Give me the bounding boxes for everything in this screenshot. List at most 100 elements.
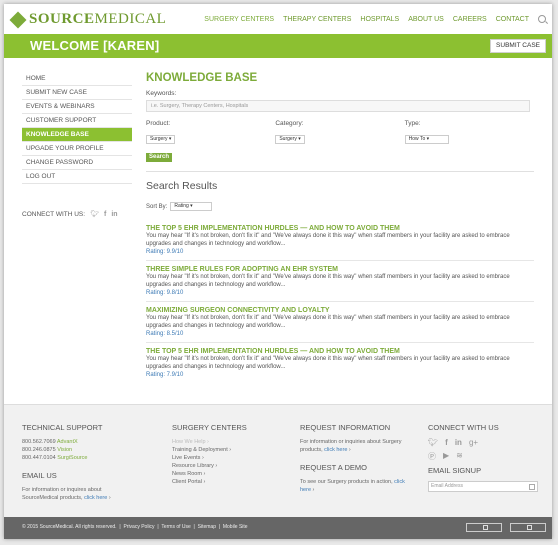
result-rating: Rating: 9.9/10 <box>146 249 184 255</box>
footer-link[interactable]: Live Events › <box>172 454 247 462</box>
footer-badge[interactable] <box>466 523 502 532</box>
welcome-title: WELCOME [KAREN] <box>30 38 160 53</box>
list-item: THE TOP 5 EHR IMPLEMENTATION HURDLES — A… <box>146 223 534 261</box>
copyright: © 2015 SourceMedical. All rights reserve… <box>22 524 248 530</box>
footer-link[interactable]: Client Portal › <box>172 478 247 486</box>
support-line: 800.447.0104 SurgiSource <box>22 455 88 461</box>
support-line: 800.246.0875 Vision <box>22 447 73 453</box>
result-summary: You may hear "If it's not broken, don't … <box>146 233 510 247</box>
nav-contact[interactable]: CONTACT <box>496 16 529 23</box>
submit-arrow-icon[interactable] <box>529 484 535 490</box>
type-label: Type: <box>404 120 421 127</box>
twitter-icon[interactable]: 🐦︎ <box>90 210 99 218</box>
social-row: Ⓟ ▶ ≋ <box>428 451 538 462</box>
footer-heading: EMAIL SIGNUP <box>428 466 482 475</box>
page-title: KNOWLEDGE BASE <box>146 72 258 84</box>
linkedin-icon[interactable]: in <box>455 438 462 447</box>
main-nav: SURGERY CENTERS THERAPY CENTERS HOSPITAL… <box>204 15 546 23</box>
product-label: Product: <box>146 120 171 127</box>
product-select[interactable]: Surgery ▾ <box>146 135 176 144</box>
sidebar-connect: CONNECT WITH US: 🐦︎ f in <box>22 210 118 219</box>
linkedin-icon[interactable]: in <box>111 211 117 218</box>
result-title[interactable]: THE TOP 5 EHR IMPLEMENTATION HURDLES — A… <box>146 348 534 355</box>
result-rating: Rating: 9.8/10 <box>146 290 184 296</box>
nav-surgery-centers[interactable]: SURGERY CENTERS <box>204 16 274 23</box>
sort-by: Sort By: Rating ▾ <box>146 202 534 211</box>
result-title[interactable]: THE TOP 5 EHR IMPLEMENTATION HURDLES — A… <box>146 225 534 232</box>
nav-careers[interactable]: CAREERS <box>453 16 487 23</box>
request-info-link[interactable]: click here <box>324 447 347 453</box>
keywords-input[interactable]: i.e. Surgery, Therapy Centers, Hospitals <box>146 100 530 112</box>
google-plus-icon[interactable]: g+ <box>469 438 478 447</box>
top-bar: SOURCEMEDICAL SURGERY CENTERS THERAPY CE… <box>4 4 552 34</box>
facebook-icon[interactable]: f <box>445 438 448 447</box>
filters-row: Product: Surgery ▾ Category: Surgery ▾ T… <box>146 120 534 145</box>
type-select[interactable]: How To ▾ <box>404 135 449 144</box>
submit-case-button[interactable]: SUBMIT CASE <box>490 39 546 53</box>
search-icon[interactable] <box>538 15 546 23</box>
email-signup-input[interactable]: Email Address <box>428 481 538 492</box>
youtube-icon[interactable]: ▶ <box>443 451 449 462</box>
results-heading: Search Results <box>146 180 218 192</box>
logo[interactable]: SOURCEMEDICAL <box>9 11 167 28</box>
sort-label: Sort By: <box>146 203 168 210</box>
sidebar-item-events-webinars[interactable]: EVENTS & WEBINARS <box>22 100 132 114</box>
logo-mark-icon <box>9 11 27 28</box>
footer-link[interactable]: How We Help › <box>172 438 247 446</box>
image-icon <box>527 525 532 530</box>
category-label: Category: <box>275 120 304 127</box>
sidebar-item-change-password[interactable]: CHANGE PASSWORD <box>22 156 132 170</box>
nav-hospitals[interactable]: HOSPITALS <box>360 16 399 23</box>
footer-link[interactable]: Resource Library › <box>172 462 247 470</box>
list-item: MAXIMIZING SURGEON CONNECTIVITY AND LOYA… <box>146 305 534 343</box>
sidebar-item-log-out[interactable]: LOG OUT <box>22 170 132 184</box>
terms-link[interactable]: Terms of Use <box>161 524 190 530</box>
product-filter: Product: Surgery ▾ <box>146 120 275 145</box>
result-rating: Rating: 7.9/10 <box>146 372 184 378</box>
mobile-site-link[interactable]: Mobile Site <box>223 524 248 530</box>
privacy-link[interactable]: Privacy Policy <box>123 524 154 530</box>
rss-icon[interactable]: ≋ <box>456 451 463 462</box>
list-item: THREE SIMPLE RULES FOR ADOPTING AN EHR S… <box>146 264 534 302</box>
results-list: THE TOP 5 EHR IMPLEMENTATION HURDLES — A… <box>146 223 534 383</box>
sidebar-item-customer-support[interactable]: CUSTOMER SUPPORT <box>22 114 132 128</box>
type-filter: Type: How To ▾ <box>404 120 534 145</box>
search-button[interactable]: Search <box>146 153 173 162</box>
nav-therapy-centers[interactable]: THERAPY CENTERS <box>283 16 351 23</box>
footer-tech-support: TECHNICAL SUPPORT 800.562.7069 AdvantX 8… <box>22 423 137 502</box>
footer-link[interactable]: News Room › <box>172 470 247 478</box>
result-title[interactable]: THREE SIMPLE RULES FOR ADOPTING AN EHR S… <box>146 266 534 273</box>
sidebar-item-submit-new-case[interactable]: SUBMIT NEW CASE <box>22 86 132 100</box>
email-us-text: For information or inquires about Source… <box>22 487 111 501</box>
footer-badge[interactable] <box>510 523 546 532</box>
nav-about-us[interactable]: ABOUT US <box>408 16 444 23</box>
sidebar-item-knowledge-base[interactable]: KNOWLEDGE BASE <box>22 128 132 142</box>
logo-text: SOURCEMEDICAL <box>29 11 167 27</box>
twitter-icon[interactable]: 🐦︎ <box>428 438 438 447</box>
support-line: 800.562.7069 AdvantX <box>22 439 78 445</box>
email-us-link[interactable]: click here <box>84 495 107 501</box>
footer-link[interactable]: Training & Deployment › <box>172 446 247 454</box>
welcome-banner: WELCOME [KAREN] SUBMIT CASE <box>4 34 552 58</box>
footer-heading: TECHNICAL SUPPORT <box>22 423 103 432</box>
list-item: THE TOP 5 EHR IMPLEMENTATION HURDLES — A… <box>146 346 534 383</box>
social-row: 🐦︎ f in g+ <box>428 438 538 447</box>
footer-heading: REQUEST A DEMO <box>300 463 367 472</box>
result-rating: Rating: 8.5/10 <box>146 331 184 337</box>
sidebar: HOME SUBMIT NEW CASE EVENTS & WEBINARS C… <box>22 72 132 184</box>
category-select[interactable]: Surgery ▾ <box>275 135 305 144</box>
bottom-bar: © 2015 SourceMedical. All rights reserve… <box>4 517 552 539</box>
sidebar-item-upgade-profile[interactable]: UPGADE YOUR PROFILE <box>22 142 132 156</box>
pinterest-icon[interactable]: Ⓟ <box>428 451 436 462</box>
request-info-text: For information or inquiries about Surge… <box>300 439 402 453</box>
result-title[interactable]: MAXIMIZING SURGEON CONNECTIVITY AND LOYA… <box>146 307 534 314</box>
result-summary: You may hear "If it's not broken, don't … <box>146 315 510 329</box>
result-summary: You may hear "If it's not broken, don't … <box>146 274 510 288</box>
facebook-icon[interactable]: f <box>104 211 106 218</box>
sidebar-item-home[interactable]: HOME <box>22 72 132 86</box>
sitemap-link[interactable]: Sitemap <box>198 524 216 530</box>
main-content: KNOWLEDGE BASE Keywords: i.e. Surgery, T… <box>146 72 534 386</box>
sort-select[interactable]: Rating ▾ <box>170 202 213 211</box>
image-icon <box>483 525 488 530</box>
footer-surgery-centers: SURGERY CENTERS How We Help › Training &… <box>172 423 247 486</box>
